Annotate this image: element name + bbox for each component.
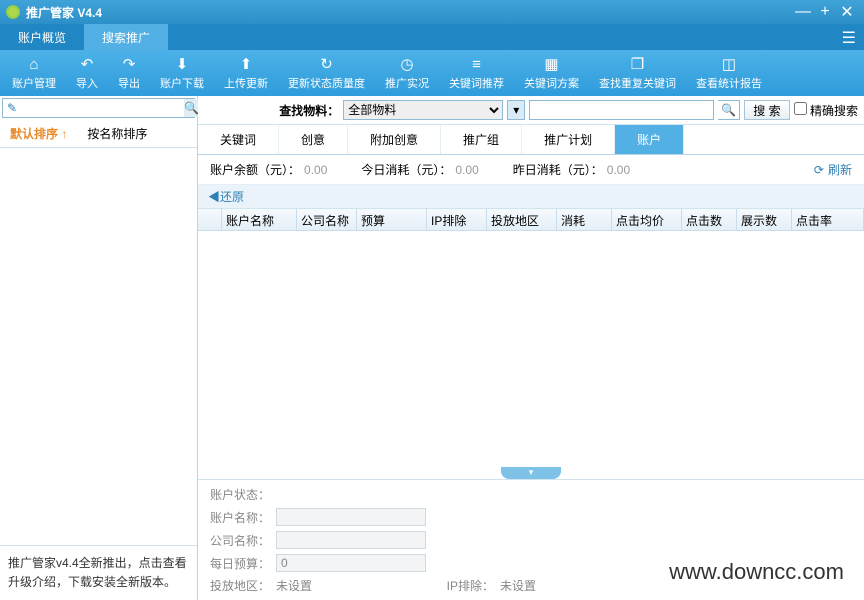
tool-upload[interactable]: ⬆上传更新 <box>214 50 278 96</box>
sort-default[interactable]: 默认排序 ↑ <box>0 120 77 147</box>
sidebar-tree <box>0 148 197 545</box>
tool-download[interactable]: ⬇账户下载 <box>150 50 214 96</box>
col-cpc[interactable]: 点击均价 <box>612 209 682 230</box>
sort-row: 默认排序 ↑ 按名称排序 <box>0 120 197 148</box>
tab-account[interactable]: 账户 <box>615 125 684 154</box>
clock-icon: ◷ <box>400 55 413 73</box>
tool-export[interactable]: ↷导出 <box>108 50 150 96</box>
col-account-name[interactable]: 账户名称 <box>222 209 297 230</box>
tab-plan[interactable]: 推广计划 <box>522 125 615 154</box>
menubar: 账户概览 搜索推广 ☰ <box>0 24 864 50</box>
tool-account-mgmt[interactable]: ⌂账户管理 <box>2 50 66 96</box>
minimize-button[interactable]: — <box>792 3 814 21</box>
refresh-icon: ↻ <box>320 55 333 73</box>
detail-name-input[interactable] <box>276 508 426 526</box>
col-checkbox[interactable] <box>198 209 222 230</box>
list-icon: ≡ <box>472 55 481 73</box>
col-spend[interactable]: 消耗 <box>557 209 612 230</box>
col-impressions[interactable]: 展示数 <box>737 209 792 230</box>
stat-yesterday: 昨日消耗（元）：0.00 <box>513 161 630 178</box>
restore-button[interactable]: ◀还原 <box>198 185 864 209</box>
sidebar-search-button[interactable]: 🔍 <box>184 99 199 117</box>
content-tabs: 关键词 创意 附加创意 推广组 推广计划 账户 <box>198 125 864 155</box>
sidebar: ✎ 🔍 ▾ 默认排序 ↑ 按名称排序 推广管家v4.4全新推出，点击查看升级介绍… <box>0 96 198 600</box>
search-label: 查找物料： <box>279 102 339 119</box>
tool-dup[interactable]: ❐查找重复关键词 <box>589 50 686 96</box>
material-dropdown[interactable]: 全部物料 <box>343 100 503 120</box>
col-region[interactable]: 投放地区 <box>487 209 557 230</box>
detail-region-label: 投放地区： <box>210 577 270 594</box>
detail-name-label: 账户名称： <box>210 509 270 526</box>
tool-kw-suggest[interactable]: ≡关键词推荐 <box>439 50 514 96</box>
exact-search-toggle[interactable]: 精确搜索 <box>794 102 858 119</box>
stat-today: 今日消耗（元）：0.00 <box>361 161 478 178</box>
table-body <box>198 231 864 467</box>
tool-kw-pack[interactable]: ▦关键词方案 <box>514 50 589 96</box>
grid-icon: ▦ <box>544 55 558 73</box>
stats-bar: 账户余额（元）：0.00 今日消耗（元）：0.00 昨日消耗（元）：0.00 ⟳… <box>198 155 864 185</box>
toolbar: ⌂账户管理 ↶导入 ↷导出 ⬇账户下载 ⬆上传更新 ↻更新状态质量度 ◷推广实况… <box>0 50 864 96</box>
col-budget[interactable]: 预算 <box>357 209 427 230</box>
tab-addon[interactable]: 附加创意 <box>348 125 441 154</box>
detail-ip-value: 未设置 <box>500 577 536 594</box>
detail-company-label: 公司名称： <box>210 532 270 549</box>
sidebar-search-input[interactable] <box>21 99 184 117</box>
detail-region-value: 未设置 <box>276 577 312 594</box>
person-icon: ✎ <box>3 99 21 117</box>
collapse-grip[interactable]: ▾ <box>501 467 561 479</box>
search-input[interactable] <box>529 100 714 120</box>
col-company[interactable]: 公司名称 <box>297 209 357 230</box>
titlebar: 推广管家 V4.4 — + ✕ <box>0 0 864 24</box>
download-icon: ⬇ <box>176 55 189 73</box>
search-bar: 查找物料： 全部物料 ▾ 🔍 搜 索 精确搜索 <box>198 96 864 125</box>
search-icon-button[interactable]: 🔍 <box>718 100 740 120</box>
material-dropdown-extra[interactable]: ▾ <box>507 100 525 120</box>
panel-collapse-handle: ▾ <box>198 467 864 479</box>
col-ip-exclude[interactable]: IP排除 <box>427 209 487 230</box>
home-icon: ⌂ <box>29 55 38 73</box>
stat-balance: 账户余额（元）：0.00 <box>210 161 327 178</box>
tab-search-promo[interactable]: 搜索推广 <box>84 24 168 50</box>
detail-budget-label: 每日预算： <box>210 555 270 572</box>
tool-live[interactable]: ◷推广实况 <box>375 50 439 96</box>
tool-bulk-status[interactable]: ↻更新状态质量度 <box>278 50 375 96</box>
import-icon: ↶ <box>81 55 94 73</box>
menu-list-icon[interactable]: ☰ <box>842 28 856 48</box>
chart-icon: ◫ <box>722 55 736 73</box>
tab-keyword[interactable]: 关键词 <box>198 125 279 154</box>
sort-arrow-icon: ↑ <box>61 127 67 141</box>
refresh-button[interactable]: ⟳刷新 <box>814 161 852 178</box>
sidebar-search: ✎ 🔍 ▾ <box>2 98 195 118</box>
table-header: 账户名称 公司名称 预算 IP排除 投放地区 消耗 点击均价 点击数 展示数 点… <box>198 209 864 231</box>
export-icon: ↷ <box>123 55 136 73</box>
sidebar-footer-notice[interactable]: 推广管家v4.4全新推出，点击查看升级介绍，下载安装全新版本。 <box>0 545 197 600</box>
col-clicks[interactable]: 点击数 <box>682 209 737 230</box>
tab-account-overview[interactable]: 账户概览 <box>0 24 84 50</box>
search-button[interactable]: 搜 索 <box>744 100 789 120</box>
tool-report[interactable]: ◫查看统计报告 <box>686 50 772 96</box>
maximize-button[interactable]: + <box>814 3 836 21</box>
main-panel: 查找物料： 全部物料 ▾ 🔍 搜 索 精确搜索 关键词 创意 附加创意 推广组 … <box>198 96 864 600</box>
app-logo-icon <box>6 5 20 19</box>
detail-company-input[interactable] <box>276 531 426 549</box>
detail-status-label: 账户状态： <box>210 486 270 503</box>
app-title: 推广管家 V4.4 <box>26 4 792 21</box>
sort-by-name[interactable]: 按名称排序 <box>77 120 157 147</box>
stack-icon: ❐ <box>631 55 644 73</box>
tool-import[interactable]: ↶导入 <box>66 50 108 96</box>
close-button[interactable]: ✕ <box>836 2 858 22</box>
upload-icon: ⬆ <box>240 55 253 73</box>
tab-group[interactable]: 推广组 <box>441 125 522 154</box>
refresh-icon: ⟳ <box>814 163 824 177</box>
col-ctr[interactable]: 点击率 <box>792 209 864 230</box>
detail-ip-label: IP排除： <box>434 577 494 594</box>
watermark: www.downcc.com <box>669 559 844 585</box>
exact-search-checkbox[interactable] <box>794 102 807 115</box>
tab-creative[interactable]: 创意 <box>279 125 348 154</box>
detail-budget-input[interactable] <box>276 554 426 572</box>
